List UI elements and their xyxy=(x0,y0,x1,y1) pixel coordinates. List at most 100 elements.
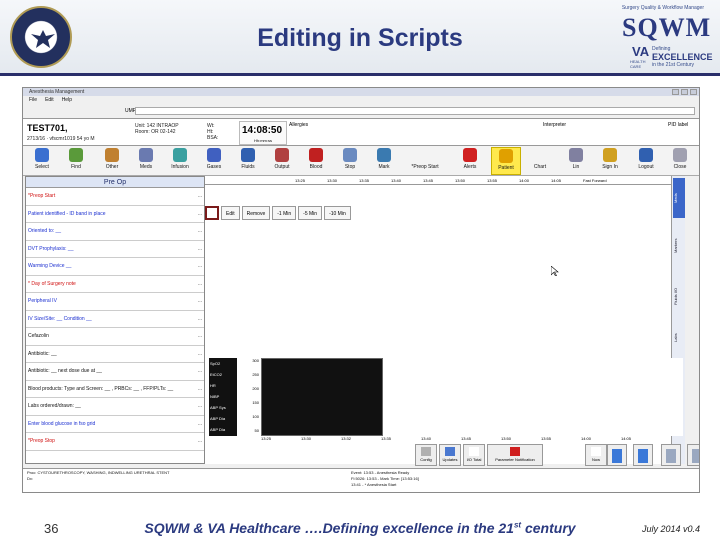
checklist-item[interactable]: Peripheral IV... xyxy=(26,293,204,311)
toolbar-stop-button[interactable]: Stop xyxy=(335,147,365,175)
checklist-header: Pre Op xyxy=(26,177,204,188)
minimize-button[interactable] xyxy=(672,89,679,95)
logo-va: VA xyxy=(632,44,650,59)
toolbar-blood-button[interactable]: Blood xyxy=(301,147,331,175)
toolbar-fluids-button[interactable]: Fluids xyxy=(233,147,263,175)
checklist-item[interactable]: Enter blood glucose in fso grid... xyxy=(26,416,204,434)
interpreter-label: Interpreter xyxy=(543,122,567,128)
toolbar-output-button[interactable]: Output xyxy=(267,147,297,175)
selection-box[interactable] xyxy=(205,206,219,220)
menu-edit[interactable]: Edit xyxy=(45,96,54,104)
toolbar-label: Fluids xyxy=(241,164,255,170)
checklist-item[interactable]: Patient identified - ID band in place... xyxy=(26,206,204,224)
toolbar-label: Lin xyxy=(572,164,580,170)
checklist-item[interactable]: Antibiotic: __ next dose due at __... xyxy=(26,363,204,381)
checklist-item[interactable]: Antibiotic: __... xyxy=(26,346,204,364)
stop-icon xyxy=(343,148,357,162)
checklist-item-more-button[interactable]: ... xyxy=(198,276,202,294)
checklist-item-more-button[interactable]: ... xyxy=(198,433,202,451)
checklist-item-more-button[interactable]: ... xyxy=(198,241,202,259)
clock-display: 14:08:50 Hh:mm:ss xyxy=(239,121,287,145)
checklist-item-more-button[interactable]: ... xyxy=(198,328,202,346)
checklist-item[interactable]: Labs ordered/drawn: __... xyxy=(26,398,204,416)
checklist-item-more-button[interactable]: ... xyxy=(198,381,202,399)
toolbar-preop-start-button[interactable]: *Preop Start xyxy=(399,147,451,175)
toolbar-chart-button[interactable]: Chart xyxy=(525,147,555,175)
checklist-item[interactable]: *Preop Stop... xyxy=(26,433,204,451)
checklist-item[interactable]: Blood products: Type and Screen: __ , PR… xyxy=(26,381,204,399)
toolbar-gases-button[interactable]: Gases xyxy=(199,147,229,175)
window-controls xyxy=(672,89,697,95)
checklist-item[interactable]: IV Size/Site: __ Condition __... xyxy=(26,311,204,329)
checklist-item-more-button[interactable]: ... xyxy=(198,363,202,381)
side-tab-markers[interactable]: Markers xyxy=(673,226,685,266)
menu-file[interactable]: File xyxy=(29,96,37,104)
1-min-button[interactable]: -1 Min xyxy=(272,206,297,220)
status-proc-text: Proc: CYSTOURETHROSCOPY, WASHING, INDWEL… xyxy=(27,470,170,475)
toolbar-alerts-button[interactable]: Alerts xyxy=(455,147,485,175)
i-o-total-button[interactable]: I/O Total xyxy=(463,444,485,466)
checklist-item-more-button[interactable]: ... xyxy=(198,311,202,329)
checklist-item-label: Antibiotic: __ next dose due at __ xyxy=(28,368,102,374)
checklist-item-more-button[interactable]: ... xyxy=(198,293,202,311)
zoom-out-button[interactable] xyxy=(661,444,681,466)
checklist-item-more-button[interactable]: ... xyxy=(198,188,202,206)
toolbar-lin-button[interactable]: Lin xyxy=(561,147,591,175)
checklist-item-more-button[interactable]: ... xyxy=(198,416,202,434)
checklist-item[interactable]: DVT Prophylaxis: __... xyxy=(26,241,204,259)
checklist-item[interactable]: *Preop Start... xyxy=(26,188,204,206)
vitals-chart xyxy=(261,358,383,436)
timeline-tick: 13:50 xyxy=(455,178,466,183)
lin-icon xyxy=(569,148,583,162)
toolbar-close-button[interactable]: Close xyxy=(665,147,695,175)
checklist-item[interactable]: * Day of Surgery note... xyxy=(26,276,204,294)
config-button[interactable]: Config xyxy=(415,444,437,466)
status-procedure: Proc: CYSTOURETHROSCOPY, WASHING, INDWEL… xyxy=(27,470,169,482)
toolbar-select-button[interactable]: Select xyxy=(27,147,57,175)
status-dx-text: Dx: xyxy=(27,476,33,481)
checklist-item[interactable]: Cefazolin... xyxy=(26,328,204,346)
checklist-item-more-button[interactable]: ... xyxy=(198,223,202,241)
patient-location: Unit: 142 INTRAOP Room: OR 02-142 xyxy=(135,123,179,135)
toolbar-sign-in-button[interactable]: Sign In xyxy=(595,147,625,175)
toolbar-other-button[interactable]: Other xyxy=(97,147,127,175)
vitals-time-tick: 14:05 xyxy=(621,436,632,441)
close-window-button[interactable] xyxy=(690,89,697,95)
parameter-notification-button[interactable]: Parameter Notification xyxy=(487,444,543,466)
arrow-right-button[interactable] xyxy=(633,444,653,466)
patient-bsa: BSA: xyxy=(207,135,219,141)
checklist-item-more-button[interactable]: ... xyxy=(198,398,202,416)
toolbar-meds-button[interactable]: Meds xyxy=(131,147,161,175)
toolbar-find-button[interactable]: Find xyxy=(61,147,91,175)
toolbar-infusion-button[interactable]: Infusion xyxy=(165,147,195,175)
side-tab-meds[interactable]: Meds xyxy=(673,178,685,218)
updates-button[interactable]: Updates xyxy=(439,444,461,466)
remove-button[interactable]: Remove xyxy=(241,206,271,220)
bottom-button-label: Now xyxy=(591,457,600,462)
checklist-item[interactable]: Warming Device __... xyxy=(26,258,204,276)
10-min-button[interactable]: -10 Min xyxy=(324,206,351,220)
5-min-button[interactable]: -5 Min xyxy=(298,206,323,220)
checklist-item-more-button[interactable]: ... xyxy=(198,346,202,364)
zoom-in-button[interactable] xyxy=(687,444,699,466)
checklist-item-more-button[interactable]: ... xyxy=(198,206,202,224)
vitals-time-tick: 14:00 xyxy=(581,436,592,441)
toolbar-mark-button[interactable]: Mark xyxy=(369,147,399,175)
side-tab-labs[interactable]: Labs xyxy=(673,318,685,358)
toolbar-patient-button[interactable]: Patient xyxy=(491,147,521,175)
menu-help[interactable]: Help xyxy=(62,96,72,104)
allergies-label[interactable]: Allergies xyxy=(289,122,308,128)
now-button[interactable]: Now xyxy=(585,444,607,466)
side-tab-fluids-i-o[interactable]: Fluids I/O xyxy=(673,276,685,316)
edit-button[interactable]: Edit xyxy=(221,206,240,220)
search-input[interactable] xyxy=(135,107,695,115)
vitals-axis-tick: 200 xyxy=(252,386,259,391)
maximize-button[interactable] xyxy=(681,89,688,95)
checklist-item-label: Patient identified - ID band in place xyxy=(28,210,106,217)
arrow-left-button[interactable] xyxy=(607,444,627,466)
checklist-item-more-button[interactable]: ... xyxy=(198,258,202,276)
toolbar-label: Meds xyxy=(139,164,153,170)
toolbar-logout-button[interactable]: Logout xyxy=(631,147,661,175)
checklist-item[interactable]: Oriented to: __... xyxy=(26,223,204,241)
mark-icon xyxy=(377,148,391,162)
